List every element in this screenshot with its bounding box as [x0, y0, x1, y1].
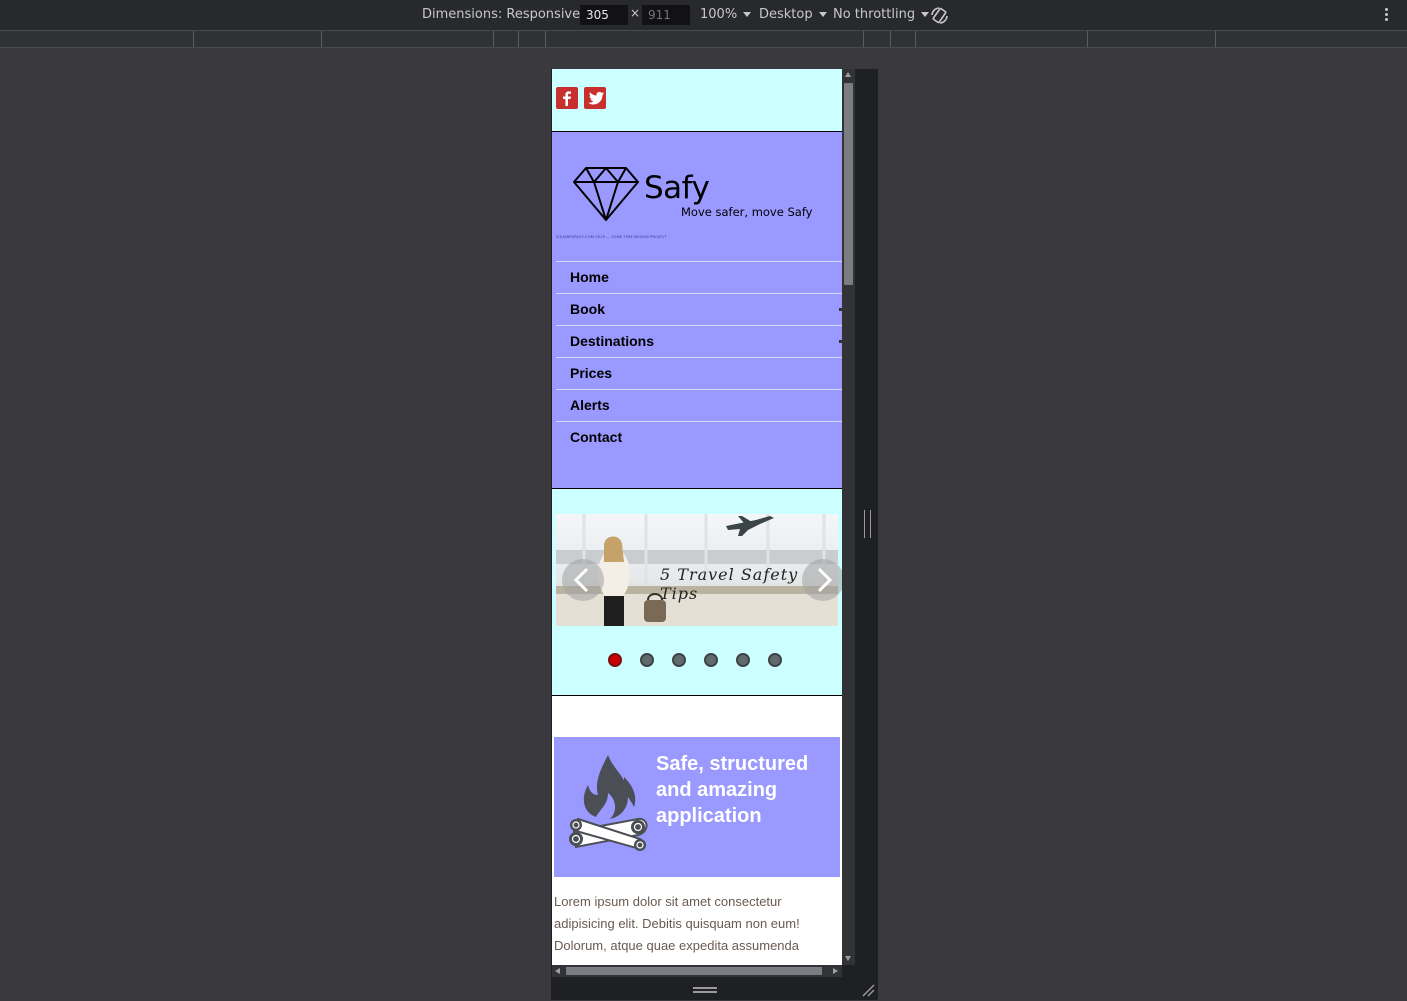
- chevron-left-icon: [573, 567, 589, 593]
- nav-item-label: Contact: [570, 429, 623, 445]
- campfire-icon: [568, 753, 650, 859]
- dimensions-label: Dimensions: Responsive: [422, 7, 581, 22]
- site-header: Safy Move safer, move Safy SQUARESPACE.C…: [552, 132, 842, 489]
- media-query-tick[interactable]: [493, 31, 494, 47]
- zoom-label: 100%: [700, 7, 738, 22]
- media-query-tick[interactable]: [193, 31, 194, 47]
- slider-dot[interactable]: [768, 653, 782, 667]
- devtools-toolbar: Dimensions: Responsive × 100% Desktop No…: [0, 0, 1407, 31]
- nav-item-book[interactable]: Book: [556, 293, 842, 325]
- nav-item-contact[interactable]: Contact: [556, 421, 842, 453]
- page-viewport: Safy Move safer, move Safy SQUARESPACE.C…: [552, 69, 842, 965]
- feature-title: Safe, structured and amazing application: [656, 753, 809, 827]
- slider-dot[interactable]: [608, 653, 622, 667]
- more-options-icon[interactable]: [1380, 6, 1392, 24]
- chevron-down-icon: [818, 12, 827, 17]
- throttling-dropdown[interactable]: No throttling: [833, 6, 930, 24]
- zoom-dropdown[interactable]: 100%: [700, 6, 752, 24]
- slider-dot[interactable]: [704, 653, 718, 667]
- media-query-tick[interactable]: [321, 31, 322, 47]
- brand-tagline: Move safer, move Safy: [681, 205, 813, 219]
- scroll-right-icon[interactable]: [833, 968, 838, 974]
- nav-item-label: Alerts: [570, 397, 610, 413]
- brand-name[interactable]: Safy: [644, 170, 710, 206]
- device-frame: Safy Move safer, move Safy SQUARESPACE.C…: [551, 69, 878, 1000]
- height-input[interactable]: [642, 5, 690, 25]
- horizontal-scroll-thumb[interactable]: [566, 967, 822, 975]
- vertical-scroll-thumb[interactable]: [844, 83, 853, 285]
- vertical-scrollbar[interactable]: [842, 69, 855, 965]
- slider-dots: [608, 653, 788, 671]
- media-query-tick[interactable]: [890, 31, 891, 47]
- nav-item-label: Home: [570, 269, 609, 285]
- social-bar: [552, 69, 842, 132]
- media-query-bar[interactable]: [0, 31, 1407, 48]
- scroll-down-icon[interactable]: [845, 956, 851, 961]
- nav-item-home[interactable]: Home: [556, 261, 842, 293]
- scroll-left-icon[interactable]: [555, 968, 560, 974]
- media-query-tick[interactable]: [518, 31, 519, 47]
- media-query-tick[interactable]: [863, 31, 864, 47]
- chevron-down-icon: [921, 12, 930, 17]
- width-input[interactable]: [580, 5, 628, 25]
- media-query-tick[interactable]: [1215, 31, 1216, 47]
- slider-dot[interactable]: [672, 653, 686, 667]
- nav-item-destinations[interactable]: Destinations: [556, 325, 842, 357]
- resize-corner-handle[interactable]: [861, 982, 875, 997]
- media-query-tick[interactable]: [545, 31, 546, 47]
- scroll-up-icon[interactable]: [845, 72, 851, 77]
- nav-item-alerts[interactable]: Alerts: [556, 389, 842, 421]
- feature-banner: Safe, structured and amazing application: [554, 737, 840, 877]
- nav-item-label: Prices: [570, 365, 613, 381]
- device-type-dropdown[interactable]: Desktop: [759, 6, 827, 24]
- main-nav: Home Book Destinations Prices Alerts Contact: [556, 261, 842, 453]
- chevron-down-icon: [743, 12, 752, 17]
- facebook-icon[interactable]: [556, 87, 578, 109]
- nav-item-label: Destinations: [570, 333, 655, 349]
- slider-prev-button[interactable]: [562, 559, 604, 601]
- horizontal-scrollbar[interactable]: [552, 965, 842, 977]
- resize-height-handle[interactable]: [693, 987, 717, 993]
- slider-dot[interactable]: [640, 653, 654, 667]
- chevron-right-icon: [817, 567, 833, 593]
- slider-dot[interactable]: [736, 653, 750, 667]
- fine-print: SQUARESPACE.COM 2019 — SOME TIME DESIGN …: [556, 235, 667, 239]
- dimensions-separator: ×: [630, 6, 641, 20]
- image-slider: 5 Travel Safety Tips: [552, 489, 842, 696]
- nav-item-label: Book: [570, 301, 605, 317]
- twitter-icon[interactable]: [584, 87, 606, 109]
- slider-next-button[interactable]: [802, 559, 842, 601]
- throttling-label: No throttling: [833, 7, 916, 22]
- rotate-icon[interactable]: [930, 6, 949, 25]
- diamond-logo-icon[interactable]: [572, 166, 640, 226]
- media-query-tick[interactable]: [1087, 31, 1088, 47]
- resize-width-handle[interactable]: [864, 510, 871, 538]
- body-paragraph: Lorem ipsum dolor sit amet consectetur a…: [554, 894, 800, 953]
- nav-item-prices[interactable]: Prices: [556, 357, 842, 389]
- dimensions-dropdown[interactable]: Dimensions: Responsive: [422, 6, 595, 24]
- device-type-label: Desktop: [759, 7, 813, 22]
- media-query-tick[interactable]: [915, 31, 916, 47]
